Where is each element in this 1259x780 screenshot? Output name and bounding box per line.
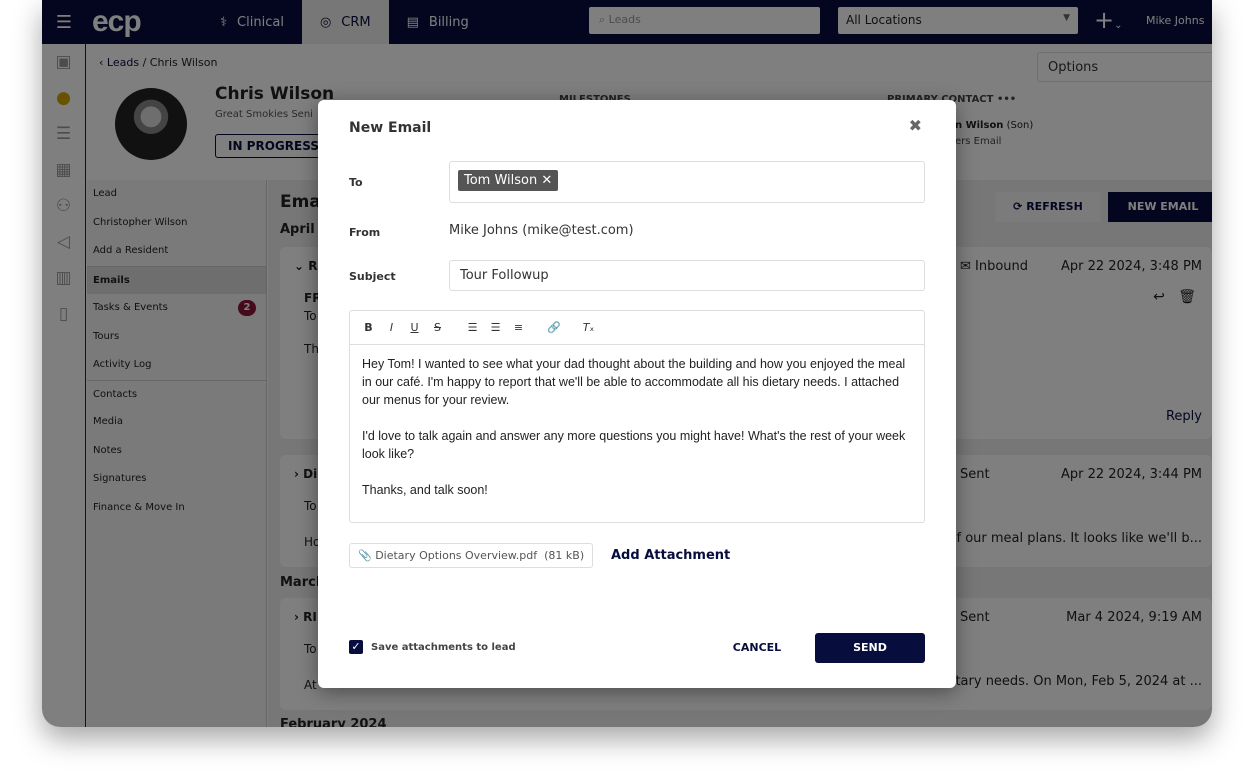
checkbox-checked-icon[interactable]: ✓: [349, 640, 363, 654]
new-email-dialog: New Email ✖ To Tom Wilson ✕ From Mike Jo…: [318, 100, 956, 688]
from-label: From: [349, 226, 381, 239]
add-attachment-button[interactable]: Add Attachment: [611, 548, 730, 563]
ordered-list-icon[interactable]: ☰: [466, 321, 479, 334]
underline-icon[interactable]: U: [408, 321, 421, 334]
subject-label: Subject: [349, 270, 396, 283]
attachment-chip[interactable]: 📎 Dietary Options Overview.pdf (81 kB): [349, 543, 594, 568]
link-icon[interactable]: 🔗: [547, 321, 561, 334]
dialog-title: New Email: [349, 120, 432, 136]
body-paragraph: Thanks, and talk soon!: [362, 483, 488, 497]
close-icon[interactable]: ✖: [909, 116, 922, 135]
recipient-name: Tom Wilson: [464, 173, 538, 188]
subject-input[interactable]: Tour Followup: [449, 260, 925, 291]
align-icon[interactable]: ≡: [512, 321, 525, 334]
italic-icon[interactable]: I: [385, 321, 398, 334]
strikethrough-icon[interactable]: S: [431, 321, 444, 334]
editor-toolbar: B I U S ☰ ☰ ≡ 🔗 Tₓ: [350, 311, 924, 345]
body-paragraph: I'd love to talk again and answer any mo…: [362, 429, 906, 461]
bullet-list-icon[interactable]: ☰: [489, 321, 502, 334]
to-label: To: [349, 176, 363, 189]
recipient-chip: Tom Wilson ✕: [458, 170, 559, 191]
body-paragraph: Hey Tom! I wanted to see what your dad t…: [362, 357, 906, 407]
clear-format-icon[interactable]: Tₓ: [582, 321, 595, 334]
attachment-name: Dietary Options Overview.pdf (81 kB): [375, 549, 585, 562]
from-value: Mike Johns (mike@test.com): [449, 223, 634, 238]
remove-recipient-icon[interactable]: ✕: [541, 173, 552, 188]
body-input[interactable]: Hey Tom! I wanted to see what your dad t…: [350, 345, 924, 527]
body-editor: B I U S ☰ ☰ ≡ 🔗 Tₓ Hey Tom! I wanted to …: [349, 310, 925, 523]
checkbox-label: Save attachments to lead: [371, 641, 516, 653]
cancel-button[interactable]: CANCEL: [722, 633, 792, 663]
paperclip-icon: 📎: [358, 549, 376, 562]
send-button[interactable]: SEND: [815, 633, 925, 663]
save-attachments-checkbox[interactable]: ✓ Save attachments to lead: [349, 640, 516, 654]
bold-icon[interactable]: B: [362, 321, 375, 334]
to-field[interactable]: Tom Wilson ✕: [449, 161, 925, 203]
